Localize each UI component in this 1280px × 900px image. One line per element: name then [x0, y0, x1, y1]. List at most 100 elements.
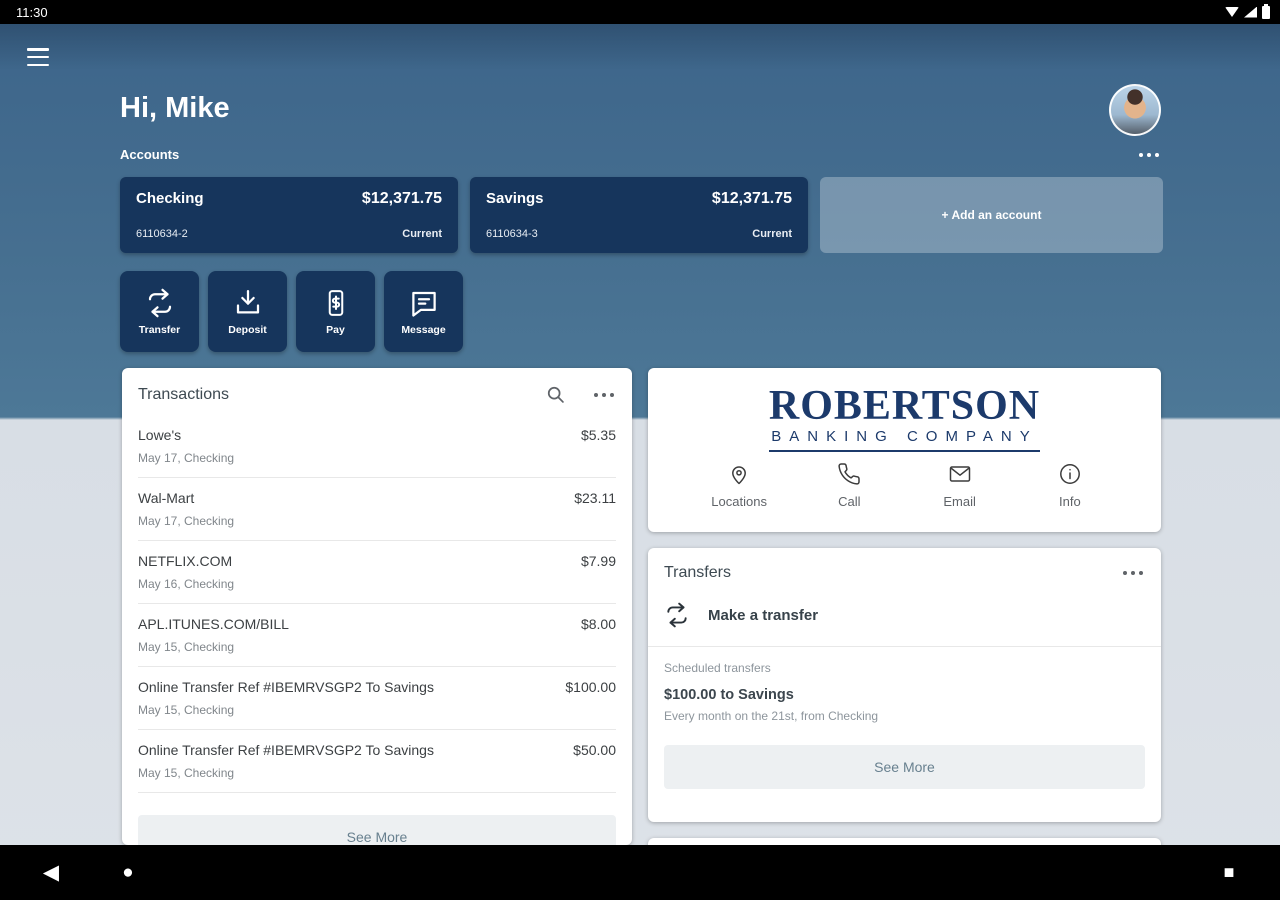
transaction-detail: May 15, Checking [138, 640, 289, 654]
greeting-title: Hi, Mike [120, 92, 230, 125]
search-icon[interactable] [545, 384, 566, 405]
transaction-row[interactable]: Online Transfer Ref #IBEMRVSGP2 To Savin… [138, 667, 616, 730]
transaction-name: Online Transfer Ref #IBEMRVSGP2 To Savin… [138, 742, 434, 759]
account-number: 6110634-3 [486, 228, 544, 240]
hamburger-bar [27, 64, 49, 67]
transactions-see-more-button[interactable]: See More [138, 815, 616, 845]
scheduled-transfer-item[interactable]: $100.00 to Savings Every month on the 21… [648, 679, 1161, 727]
transactions-header-icons [545, 384, 616, 405]
accounts-label: Accounts [120, 147, 179, 162]
transaction-detail: May 15, Checking [138, 703, 434, 717]
transfers-see-more-button[interactable]: See More [664, 745, 1145, 789]
avatar[interactable] [1109, 84, 1161, 136]
account-card-right: $12,371.75 Current [712, 190, 792, 240]
info-button[interactable]: Info [1030, 462, 1110, 509]
recents-icon[interactable]: ■ [1214, 845, 1244, 900]
quick-action-label: Transfer [139, 324, 180, 336]
transfer-icon [145, 288, 175, 318]
transaction-main: NETFLIX.COM May 16, Checking [138, 553, 234, 591]
transfer-button[interactable]: Transfer [120, 271, 199, 352]
transactions-header: Transactions [122, 368, 632, 415]
transactions-list: Lowe's May 17, Checking $5.35 Wal-Mart M… [122, 415, 632, 793]
transaction-main: Wal-Mart May 17, Checking [138, 490, 234, 528]
transaction-row[interactable]: NETFLIX.COM May 16, Checking $7.99 [138, 541, 616, 604]
transfers-title: Transfers [664, 564, 731, 582]
scheduled-transfer-title: $100.00 to Savings [664, 687, 1145, 703]
email-button[interactable]: Email [920, 462, 1000, 509]
transaction-row[interactable]: Lowe's May 17, Checking $5.35 [138, 415, 616, 478]
bank-logo-name: ROBERTSON [769, 386, 1040, 426]
transaction-row[interactable]: Wal-Mart May 17, Checking $23.11 [138, 478, 616, 541]
accounts-overflow-icon[interactable] [1137, 153, 1161, 157]
message-button[interactable]: Message [384, 271, 463, 352]
account-name: Checking [136, 190, 204, 207]
bank-action-label: Locations [711, 494, 767, 509]
transaction-row[interactable]: APL.ITUNES.COM/BILL May 15, Checking $8.… [138, 604, 616, 667]
add-account-label: + Add an account [942, 208, 1042, 222]
transaction-amount: $100.00 [565, 679, 616, 717]
scheduled-transfer-detail: Every month on the 21st, from Checking [664, 709, 1145, 723]
transfers-card: Transfers Make a transfer Scheduled tran… [648, 548, 1161, 822]
transactions-card: Transactions Lowe's May 17, Checking $5.… [122, 368, 632, 845]
app-screen: 11:30 Hi, Mike Accounts Checking 6110634… [0, 0, 1280, 900]
cellular-signal-icon [1244, 7, 1257, 18]
account-card-right: $12,371.75 Current [362, 190, 442, 240]
bank-action-label: Call [838, 494, 860, 509]
transaction-detail: May 17, Checking [138, 514, 234, 528]
deposit-button[interactable]: Deposit [208, 271, 287, 352]
account-balance: $12,371.75 [362, 190, 442, 208]
scheduled-transfers-heading: Scheduled transfers [648, 647, 1161, 679]
transaction-row[interactable]: Online Transfer Ref #IBEMRVSGP2 To Savin… [138, 730, 616, 793]
account-status: Current [752, 228, 792, 240]
account-card-left: Savings 6110634-3 [486, 190, 544, 240]
envelope-icon [948, 462, 972, 486]
transaction-detail: May 16, Checking [138, 577, 234, 591]
quick-action-label: Pay [326, 324, 345, 336]
home-icon[interactable]: ● [113, 845, 143, 900]
android-nav-bar: ◀ ● ■ [0, 845, 1280, 900]
account-balance: $12,371.75 [712, 190, 792, 208]
phone-icon [837, 462, 861, 486]
transactions-overflow-icon[interactable] [592, 393, 616, 397]
status-icons [1225, 6, 1270, 19]
bank-info-card: ROBERTSON BANKING COMPANY Locations Call [648, 368, 1161, 532]
quick-action-label: Deposit [228, 324, 267, 336]
battery-icon [1262, 6, 1270, 19]
transaction-detail: May 15, Checking [138, 766, 434, 780]
account-cards-row: Checking 6110634-2 $12,371.75 Current Sa… [120, 177, 1163, 253]
transaction-detail: May 17, Checking [138, 451, 234, 465]
info-icon [1058, 462, 1082, 486]
pay-icon [321, 288, 351, 318]
status-bar: 11:30 [0, 0, 1280, 24]
account-status: Current [402, 228, 442, 240]
bank-logo-subtitle: BANKING COMPANY [769, 428, 1040, 445]
transfers-overflow-icon[interactable] [1121, 571, 1145, 575]
status-time: 11:30 [16, 5, 48, 20]
transaction-name: NETFLIX.COM [138, 553, 234, 570]
transaction-amount: $23.11 [574, 490, 616, 528]
transaction-name: Wal-Mart [138, 490, 234, 507]
account-card-checking[interactable]: Checking 6110634-2 $12,371.75 Current [120, 177, 458, 253]
account-number: 6110634-2 [136, 228, 204, 240]
account-name: Savings [486, 190, 544, 207]
account-card-savings[interactable]: Savings 6110634-3 $12,371.75 Current [470, 177, 808, 253]
bank-action-label: Email [943, 494, 976, 509]
transaction-main: Online Transfer Ref #IBEMRVSGP2 To Savin… [138, 679, 434, 717]
quick-actions-row: Transfer Deposit Pay [120, 271, 463, 352]
hamburger-bar [27, 48, 49, 51]
transaction-amount: $7.99 [581, 553, 616, 591]
pay-button[interactable]: Pay [296, 271, 375, 352]
transaction-amount: $50.00 [573, 742, 616, 780]
hamburger-menu-button[interactable] [27, 48, 49, 66]
call-button[interactable]: Call [809, 462, 889, 509]
transfers-header: Transfers [648, 548, 1161, 592]
add-account-button[interactable]: + Add an account [820, 177, 1163, 253]
transaction-main: Online Transfer Ref #IBEMRVSGP2 To Savin… [138, 742, 434, 780]
back-icon[interactable]: ◀ [36, 845, 66, 900]
bank-actions-row: Locations Call Email [648, 452, 1161, 509]
make-a-transfer-button[interactable]: Make a transfer [648, 592, 1161, 647]
quick-action-label: Message [401, 324, 445, 336]
transaction-main: Lowe's May 17, Checking [138, 427, 234, 465]
transaction-amount: $8.00 [581, 616, 616, 654]
locations-button[interactable]: Locations [699, 462, 779, 509]
